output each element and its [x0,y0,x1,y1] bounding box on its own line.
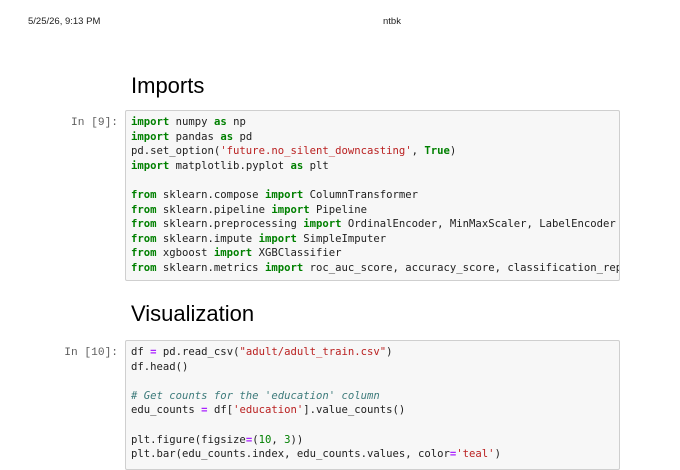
code-line: pd.set_option('future.no_silent_downcast… [131,144,619,159]
code-token-text: Pipeline [309,203,368,216]
code-token-text: SimpleImputer [296,232,387,245]
code-token-text: XGBClassifier [252,247,342,260]
code-line: from sklearn.compose import ColumnTransf… [131,188,619,203]
code-token-text: ].value_counts() [303,404,406,417]
code-token-text: xgboost [156,247,214,260]
code-line: plt.bar(edu_counts.index, edu_counts.val… [131,447,619,462]
code-token-text: sklearn.preprocessing [156,218,304,231]
code-line: from sklearn.pipeline import Pipeline [131,203,619,218]
code-token-comment: # Get counts for the 'education' column [131,389,380,402]
code-token-keyword: as [220,130,234,143]
code-token-keyword: import [303,218,342,231]
code-line: import pandas as pd [131,130,619,145]
code-token-keyword: True [424,145,450,158]
code-token-text: ColumnTransformer [303,188,419,201]
code-token-keyword: import [258,232,297,245]
print-header-date: 5/25/26, 9:13 PM [28,16,101,27]
code-token-string: 'education' [233,404,304,417]
code-token-text: pandas [169,130,221,143]
code-token-text: sklearn.compose [156,188,265,201]
cell-prompt-imports: In [9]: [71,117,118,129]
code-token-text: , [271,433,285,446]
code-token-text: , [411,145,425,158]
code-token-string: 'future.no_silent_downcasting' [220,145,412,158]
code-token-keyword: from [131,203,157,216]
code-token-keyword: as [290,159,304,172]
code-token-keyword: from [131,232,157,245]
code-token-text: df [131,346,151,358]
code-token-text: pd.set_option( [131,145,221,158]
code-token-keyword: import [131,130,170,143]
code-token-text: sklearn.pipeline [156,203,272,216]
code-token-text: edu_counts [131,404,202,417]
code-line: edu_counts = df['education'].value_count… [131,403,619,418]
code-line: from sklearn.metrics import roc_auc_scor… [131,261,619,276]
code-token-text: )) [290,433,304,446]
code-token-keyword: import [131,159,170,172]
code-token-text: roc_auc_score, accuracy_score, classific… [303,261,620,274]
code-token-text: df.head() [131,360,189,373]
code-token-text: np [226,116,246,128]
code-token-text: numpy [169,116,214,128]
code-line: df.head() [131,360,619,375]
visualization-heading: Visualization [131,301,255,326]
code-line: from sklearn.preprocessing import Ordina… [131,217,619,232]
code-token-text: plt.bar(edu_counts.index, edu_counts.val… [131,448,450,461]
code-token-text: plt [303,159,329,172]
code-token-keyword: from [131,188,157,201]
code-token-number: 10 [258,433,272,446]
print-header-title: ntbk [383,16,401,27]
code-line: plt.figure(figsize=(10, 3)) [131,433,619,448]
code-line: import numpy as np [131,115,619,130]
code-token-keyword: from [131,261,157,274]
code-token-string: "adult/adult_train.csv" [239,346,387,358]
code-token-text: sklearn.metrics [156,261,265,274]
code-token-text: ) [449,145,457,158]
code-cell-imports[interactable]: import numpy as np import pandas as pd pd.… [125,110,620,281]
code-token-text: sklearn.impute [156,232,259,245]
code-token-text: OrdinalEncoder, MinMaxScaler, LabelEncod… [341,218,616,231]
code-token-keyword: import [271,203,310,216]
code-token-keyword: import [131,116,170,128]
code-token-text: ) [386,346,393,358]
imports-heading: Imports [131,73,205,98]
code-token-keyword: as [213,116,227,128]
code-token-keyword: import [213,247,253,260]
code-token-text: df[ [207,404,234,417]
code-line: # Get counts for the 'education' column [131,389,619,404]
code-token-keyword: import [264,261,304,274]
code-token-keyword: import [264,188,304,201]
code-token-text: matplotlib.pyplot [169,159,291,172]
code-token-text: pd [233,130,253,143]
code-line: from xgboost import XGBClassifier [131,246,619,261]
code-token-text: plt.figure(figsize [131,433,246,446]
code-line: df = pd.read_csv("adult/adult_train.csv"… [131,345,619,360]
code-token-text: ) [494,448,501,461]
code-token-text: pd.read_csv( [156,346,240,358]
code-token-keyword: from [131,247,157,260]
code-token-string: 'teal' [456,448,495,461]
code-token-keyword: from [131,218,157,231]
code-line: from sklearn.impute import SimpleImputer [131,232,619,247]
code-line: import matplotlib.pyplot as plt [131,159,619,174]
code-cell-visualization[interactable]: df = pd.read_csv("adult/adult_train.csv"… [125,340,620,470]
cell-prompt-visualization: In [10]: [64,347,118,359]
